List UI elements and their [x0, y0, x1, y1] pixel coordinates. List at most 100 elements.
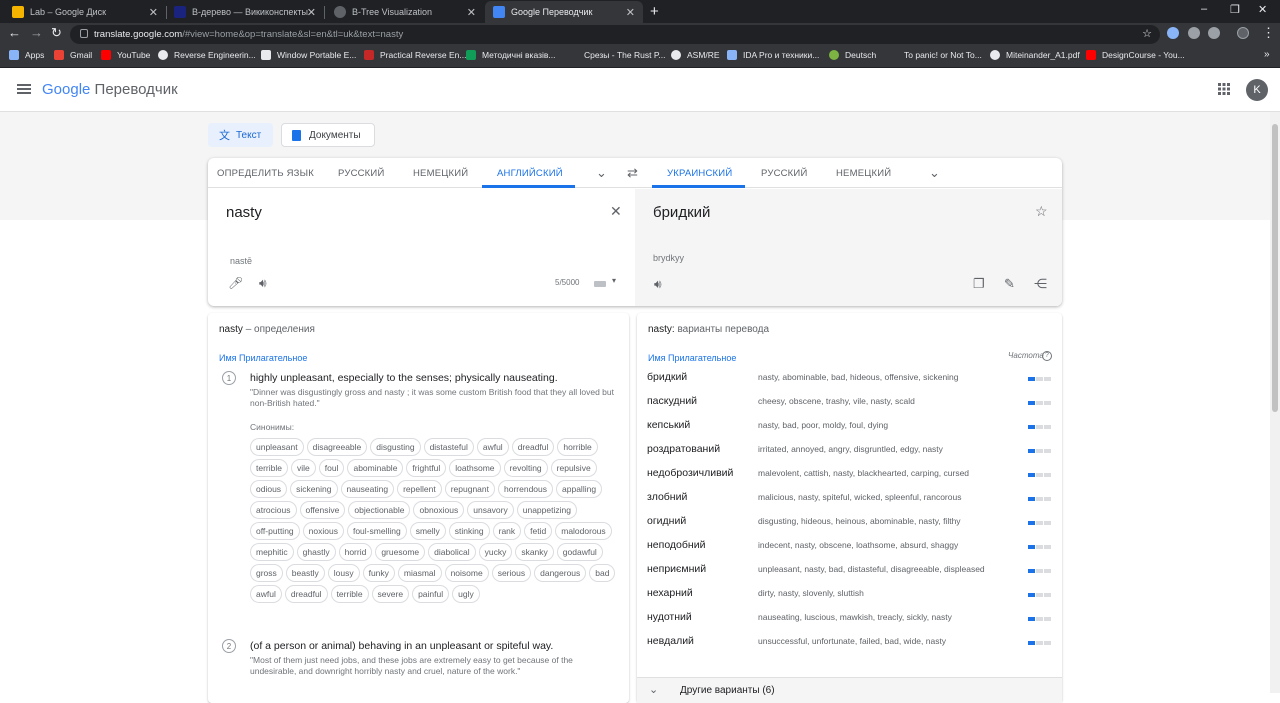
- lang-source-german[interactable]: НЕМЕЦКИЙ: [413, 168, 468, 179]
- synonym-chip[interactable]: offensive: [299, 501, 346, 519]
- synonym-chip[interactable]: malodorous: [555, 522, 612, 540]
- translation-word[interactable]: огидний: [647, 515, 686, 527]
- synonym-chip[interactable]: frightful: [406, 459, 447, 477]
- clear-icon[interactable]: ✕: [610, 203, 622, 220]
- bookmark[interactable]: Deutsch: [829, 50, 876, 60]
- translation-word[interactable]: злобний: [647, 491, 687, 503]
- extension-icon[interactable]: [1188, 27, 1200, 39]
- synonym-chip[interactable]: smelly: [409, 522, 446, 540]
- new-tab-button[interactable]: +: [650, 3, 659, 20]
- translation-row[interactable]: неподобний indecent, nasty, obscene, loat…: [647, 534, 1051, 558]
- synonym-chip[interactable]: repellent: [397, 480, 442, 498]
- maximize-icon[interactable]: ❐: [1230, 3, 1240, 16]
- bookmark[interactable]: Срезы - The Rust P...: [568, 50, 665, 60]
- text-mode-button[interactable]: 文 Текст: [208, 123, 273, 147]
- bookmark[interactable]: Reverse Engineerin...: [158, 50, 256, 60]
- synonym-chip[interactable]: painful: [412, 585, 450, 603]
- star-icon[interactable]: ☆: [1142, 27, 1152, 40]
- share-icon[interactable]: ⋲: [1034, 276, 1047, 292]
- synonym-chip[interactable]: dreadful: [511, 438, 555, 456]
- synonym-chip[interactable]: dreadful: [284, 585, 328, 603]
- synonym-chip[interactable]: gruesome: [375, 543, 426, 561]
- translation-word[interactable]: нехарний: [647, 587, 693, 599]
- synonym-chip[interactable]: bad: [589, 564, 616, 582]
- synonym-chip[interactable]: awful: [250, 585, 282, 603]
- synonym-chip[interactable]: beastly: [285, 564, 325, 582]
- translation-row[interactable]: огидний disgusting, hideous, heinous, abo…: [647, 510, 1051, 534]
- translation-row[interactable]: невдалий unsuccessful, unfortunate, faile…: [647, 630, 1051, 654]
- close-icon[interactable]: ✕: [149, 6, 158, 19]
- translation-word[interactable]: нудотний: [647, 611, 692, 623]
- more-variants-bar[interactable]: ⌄ Другие варианты (6): [637, 677, 1062, 703]
- synonym-chip[interactable]: unappetizing: [516, 501, 577, 519]
- bookmark[interactable]: DesignCourse - You...: [1086, 50, 1185, 60]
- dropdown-arrow-icon[interactable]: ▾: [612, 276, 616, 285]
- synonym-chip[interactable]: mephitic: [250, 543, 294, 561]
- synonym-chip[interactable]: noisome: [444, 564, 489, 582]
- speaker-icon[interactable]: 🔊︎: [259, 276, 267, 291]
- reload-icon[interactable]: ↻: [51, 25, 62, 41]
- chevron-down-icon[interactable]: ⌄: [929, 165, 940, 181]
- keyboard-icon[interactable]: [594, 281, 606, 287]
- synonym-chip[interactable]: yucky: [478, 543, 513, 561]
- translation-word[interactable]: кепський: [647, 419, 690, 431]
- lang-target-ukrainian[interactable]: УКРАИНСКИЙ: [667, 168, 732, 179]
- synonym-chip[interactable]: stinking: [448, 522, 490, 540]
- synonym-chip[interactable]: nauseating: [340, 480, 395, 498]
- back-icon[interactable]: ←: [8, 25, 21, 40]
- translation-row[interactable]: паскудний cheesy, obscene, trashy, vile, …: [647, 390, 1051, 414]
- bookmark[interactable]: YouTube: [101, 50, 150, 60]
- chevron-down-icon[interactable]: ⌄: [596, 165, 607, 181]
- extension-icon[interactable]: [1167, 27, 1179, 39]
- synonym-chip[interactable]: awful: [476, 438, 509, 456]
- synonym-chip[interactable]: revolting: [503, 459, 548, 477]
- synonym-chip[interactable]: atrocious: [250, 501, 297, 519]
- synonym-chip[interactable]: funky: [362, 564, 395, 582]
- synonym-chip[interactable]: fetid: [524, 522, 553, 540]
- page-scrollbar[interactable]: [1270, 112, 1280, 693]
- close-window-icon[interactable]: ✕: [1258, 3, 1267, 16]
- copy-icon[interactable]: ❐: [973, 276, 985, 292]
- app-logo[interactable]: Google Переводчик: [42, 81, 178, 98]
- lang-target-german[interactable]: НЕМЕЦКИЙ: [836, 168, 891, 179]
- lang-source-russian[interactable]: РУССКИЙ: [338, 168, 384, 179]
- synonym-chip[interactable]: loathsome: [449, 459, 501, 477]
- synonym-chip[interactable]: horrid: [338, 543, 373, 561]
- synonym-chip[interactable]: noxious: [302, 522, 344, 540]
- synonym-chip[interactable]: horrendous: [498, 480, 554, 498]
- synonym-chip[interactable]: disagreeable: [306, 438, 368, 456]
- synonym-chip[interactable]: severe: [371, 585, 410, 603]
- synonym-chip[interactable]: objectionable: [348, 501, 411, 519]
- synonym-chip[interactable]: repulsive: [550, 459, 597, 477]
- synonym-chip[interactable]: miasmal: [397, 564, 442, 582]
- synonym-chip[interactable]: unpleasant: [250, 438, 304, 456]
- synonym-chip[interactable]: vile: [290, 459, 316, 477]
- synonym-chip[interactable]: disgusting: [370, 438, 421, 456]
- translation-word[interactable]: роздратований: [647, 443, 720, 455]
- synonym-chip[interactable]: ghastly: [296, 543, 336, 561]
- synonym-chip[interactable]: repugnant: [444, 480, 495, 498]
- profile-avatar[interactable]: [1237, 27, 1249, 39]
- synonym-chip[interactable]: godawful: [556, 543, 603, 561]
- lang-source-english[interactable]: АНГЛИЙСКИЙ: [497, 168, 563, 179]
- close-icon[interactable]: ✕: [307, 6, 316, 19]
- synonym-chip[interactable]: ugly: [452, 585, 480, 603]
- translation-word[interactable]: неприємний: [647, 563, 706, 575]
- browser-tab-active[interactable]: Google Переводчик ✕: [485, 1, 643, 23]
- synonym-chip[interactable]: skanky: [515, 543, 554, 561]
- forward-icon[interactable]: →: [30, 25, 43, 40]
- synonym-chip[interactable]: rank: [492, 522, 522, 540]
- translation-word[interactable]: недоброзичливий: [647, 467, 733, 479]
- synonym-chip[interactable]: off-putting: [250, 522, 300, 540]
- translation-word[interactable]: бридкий: [647, 371, 687, 383]
- browser-tab[interactable]: B-Tree Visualization ✕: [326, 1, 484, 23]
- bookmark[interactable]: Practical Reverse En...: [364, 50, 466, 60]
- translation-row[interactable]: кепський nasty, bad, poor, moldy, foul, d…: [647, 414, 1051, 438]
- synonym-chip[interactable]: obnoxious: [413, 501, 465, 519]
- bookmark[interactable]: Window Portable E...: [261, 50, 356, 60]
- synonym-chip[interactable]: sickening: [290, 480, 338, 498]
- bookmark-apps[interactable]: Apps: [9, 50, 44, 60]
- microphone-icon[interactable]: 🎤︎: [228, 276, 243, 290]
- bookmark[interactable]: Miteinander_A1.pdf: [990, 50, 1080, 60]
- synonym-chip[interactable]: horrible: [557, 438, 598, 456]
